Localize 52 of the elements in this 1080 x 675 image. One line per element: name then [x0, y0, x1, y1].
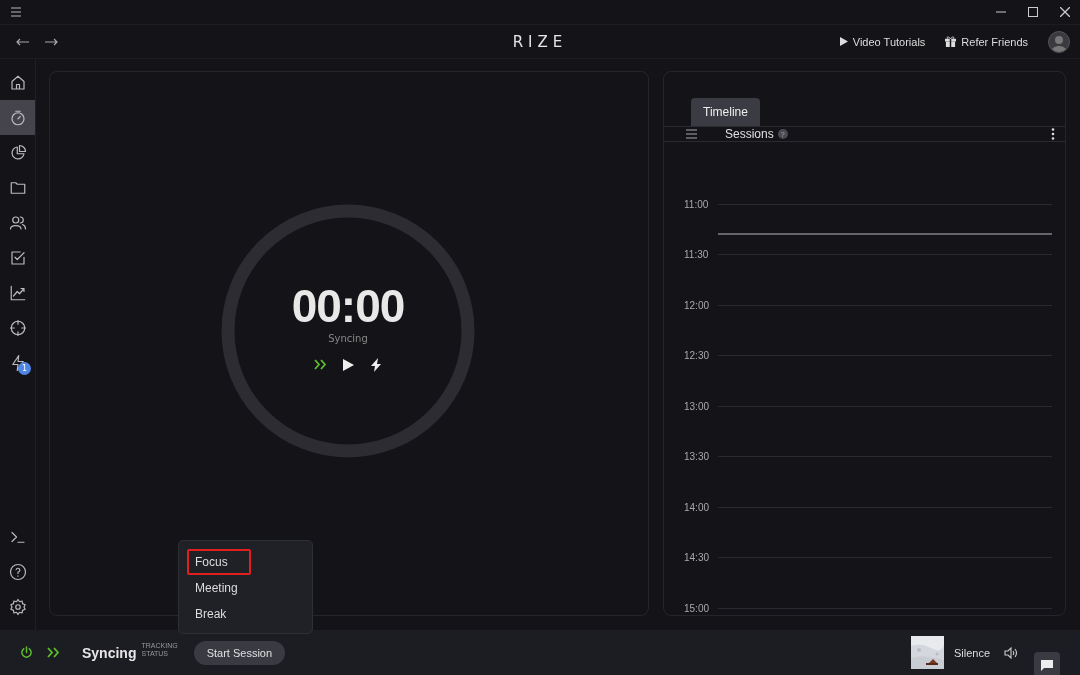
sidebar-item[interactable]: 1 — [0, 345, 35, 380]
more-icon[interactable] — [1051, 128, 1055, 140]
time-label: 13:00 — [683, 400, 711, 412]
tracking-status: Syncing — [82, 644, 137, 661]
menu-item[interactable]: Meeting — [187, 575, 251, 601]
checkbox-icon — [8, 248, 27, 267]
time-label: 12:00 — [683, 299, 711, 311]
people-icon — [8, 213, 27, 232]
double-chevron-icon[interactable] — [314, 359, 327, 370]
close-icon[interactable] — [1060, 7, 1070, 17]
chat-icon — [1041, 659, 1053, 671]
timer-display: 00:00 — [291, 282, 405, 329]
double-chevron-icon[interactable] — [47, 647, 60, 658]
app-logo: RIZE — [512, 32, 568, 51]
avatar-icon[interactable] — [1048, 30, 1070, 53]
start-session-button[interactable]: Start Session — [193, 640, 286, 665]
crosshair-icon — [8, 318, 27, 337]
panel-title: Sessions — [725, 127, 774, 141]
time-label: 11:30 — [683, 249, 710, 261]
play-icon[interactable] — [343, 358, 354, 371]
menu-item[interactable]: Break — [187, 601, 251, 627]
lightning-icon[interactable] — [370, 357, 382, 372]
chat-button[interactable] — [1034, 652, 1060, 675]
sidebar-item[interactable] — [0, 100, 35, 135]
time-label: 12:30 — [683, 350, 711, 362]
play-icon — [839, 37, 848, 46]
timer-status: Syncing — [328, 332, 368, 344]
power-icon[interactable] — [20, 646, 33, 659]
settings-icon — [8, 597, 27, 616]
home-icon — [8, 73, 27, 92]
menu-item[interactable]: Focus — [187, 549, 251, 575]
forward-arrow-icon[interactable] — [44, 36, 58, 47]
time-label: 14:30 — [683, 552, 711, 564]
gift-icon — [945, 36, 957, 47]
sound-name: Silence — [953, 646, 990, 659]
list-icon[interactable] — [686, 129, 697, 139]
time-label: 13:30 — [683, 451, 711, 463]
line-chart-icon — [8, 283, 27, 302]
pie-chart-icon — [8, 143, 27, 162]
stopwatch-icon — [8, 108, 27, 127]
time-label: 14:00 — [683, 501, 711, 513]
notification-badge: 1 — [18, 362, 31, 375]
menu-icon[interactable] — [10, 7, 22, 17]
time-label: 11:00 — [683, 198, 710, 210]
speaker-icon[interactable] — [1004, 646, 1018, 659]
maximize-icon[interactable] — [1028, 7, 1038, 17]
time-label: 15:00 — [683, 602, 711, 614]
header-link[interactable]: Refer Friends — [945, 35, 1028, 48]
header-link[interactable]: Video Tutorials — [839, 35, 926, 48]
help-icon — [8, 562, 27, 581]
back-arrow-icon[interactable] — [16, 36, 30, 47]
tab[interactable]: Timeline — [691, 98, 760, 126]
